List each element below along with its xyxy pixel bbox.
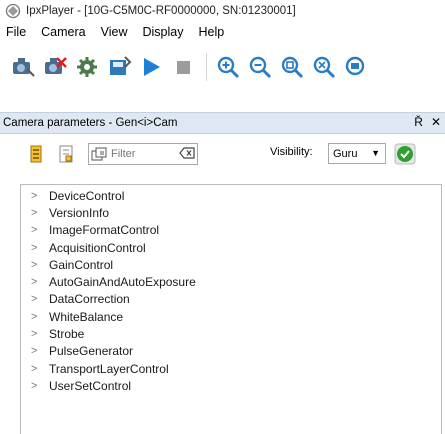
- tree-item[interactable]: > DataCorrection: [21, 291, 441, 308]
- filter-input[interactable]: [111, 148, 171, 160]
- camera-parameters-panel: Camera parameters - Gen<i>Cam Ř ✕ Visibi…: [0, 112, 445, 434]
- tree-item-label: PulseGenerator: [49, 344, 134, 359]
- tree-item-label: DataCorrection: [49, 292, 130, 307]
- collapse-all-icon[interactable]: [56, 144, 76, 164]
- tree-item[interactable]: > GainControl: [21, 256, 441, 273]
- stop-icon[interactable]: [170, 54, 196, 80]
- close-icon[interactable]: ✕: [431, 115, 441, 129]
- chevron-right-icon[interactable]: >: [31, 293, 49, 305]
- chevron-right-icon[interactable]: >: [31, 242, 49, 254]
- chevron-right-icon[interactable]: >: [31, 311, 49, 323]
- menu-bar: File Camera View Display Help: [0, 22, 445, 42]
- chevron-right-icon[interactable]: >: [31, 345, 49, 357]
- zoom-in-icon[interactable]: [215, 54, 241, 80]
- tree-item-label: GainControl: [49, 257, 114, 272]
- chevron-right-icon[interactable]: >: [31, 363, 49, 375]
- zoom-fit-icon[interactable]: [279, 54, 305, 80]
- tree-item-label: VersionInfo: [49, 205, 110, 220]
- title-bar: IpxPlayer - [10G-C5M0C-RF0000000, SN:012…: [0, 0, 445, 22]
- visibility-value: Guru: [333, 147, 358, 160]
- tree-item[interactable]: > PulseGenerator: [21, 343, 441, 360]
- tree-item-label: WhiteBalance: [49, 309, 124, 324]
- camera-settings-icon[interactable]: [10, 54, 36, 80]
- menu-help[interactable]: Help: [199, 25, 225, 39]
- chevron-right-icon[interactable]: >: [31, 328, 49, 340]
- menu-file[interactable]: File: [6, 25, 26, 39]
- tree-item[interactable]: > AcquisitionControl: [21, 239, 441, 256]
- play-icon[interactable]: [138, 54, 164, 80]
- tree-item[interactable]: > ImageFormatControl: [21, 222, 441, 239]
- gear-icon[interactable]: [74, 54, 100, 80]
- tree-item-label: TransportLayerControl: [49, 361, 169, 376]
- tree-item-label: AutoGainAndAutoExposure: [49, 275, 196, 290]
- save-icon[interactable]: [106, 54, 132, 80]
- tree-item[interactable]: > UserSetControl: [21, 377, 441, 394]
- chevron-down-icon: ▼: [371, 148, 380, 158]
- filter-options-icon[interactable]: [91, 146, 111, 162]
- tree-item-label: AcquisitionControl: [49, 240, 146, 255]
- zoom-out-icon[interactable]: [247, 54, 273, 80]
- expand-all-icon[interactable]: [26, 144, 46, 164]
- tree-item[interactable]: > DeviceControl: [21, 187, 441, 204]
- chevron-right-icon[interactable]: >: [31, 207, 49, 219]
- tree-item-label: DeviceControl: [49, 188, 125, 203]
- tree-item[interactable]: > WhiteBalance: [21, 308, 441, 325]
- menu-camera[interactable]: Camera: [41, 25, 85, 39]
- panel-title: Camera parameters - Gen<i>Cam: [3, 117, 178, 129]
- zoom-extra-icon[interactable]: [343, 54, 369, 80]
- panel-header: Camera parameters - Gen<i>Cam Ř ✕: [0, 112, 445, 134]
- tree-item-label: UserSetControl: [49, 378, 132, 393]
- chevron-right-icon[interactable]: >: [31, 224, 49, 236]
- filter-bar: Visibility: Guru ▼: [0, 134, 445, 174]
- window-title: IpxPlayer - [10G-C5M0C-RF0000000, SN:012…: [26, 5, 296, 17]
- clear-filter-icon[interactable]: [179, 146, 195, 162]
- toolbar-separator: [206, 53, 207, 81]
- tree-item[interactable]: > AutoGainAndAutoExposure: [21, 273, 441, 290]
- filter-field[interactable]: [88, 143, 198, 165]
- menu-display[interactable]: Display: [143, 25, 184, 39]
- chevron-right-icon[interactable]: >: [31, 380, 49, 392]
- pin-icon[interactable]: Ř: [414, 115, 423, 129]
- tree-item-label: Strobe: [49, 327, 85, 342]
- camera-disconnect-icon[interactable]: [42, 54, 68, 80]
- zoom-actual-icon[interactable]: [311, 54, 337, 80]
- visibility-label: Visibility:: [270, 146, 313, 158]
- chevron-right-icon[interactable]: >: [31, 276, 49, 288]
- tree-item[interactable]: > Strobe: [21, 325, 441, 342]
- visibility-select[interactable]: Guru ▼: [328, 143, 386, 164]
- app-logo-icon: [5, 3, 21, 19]
- tree-item[interactable]: > VersionInfo: [21, 204, 441, 221]
- parameter-tree: > DeviceControl > VersionInfo > ImageFormat…: [20, 184, 442, 434]
- chevron-right-icon[interactable]: >: [31, 190, 49, 202]
- menu-view[interactable]: View: [101, 25, 128, 39]
- toolbar: [0, 44, 445, 90]
- tree-item[interactable]: > TransportLayerControl: [21, 360, 441, 377]
- chevron-right-icon[interactable]: >: [31, 259, 49, 271]
- tree-item-label: ImageFormatControl: [49, 223, 160, 238]
- apply-checkmark-icon[interactable]: [394, 143, 416, 165]
